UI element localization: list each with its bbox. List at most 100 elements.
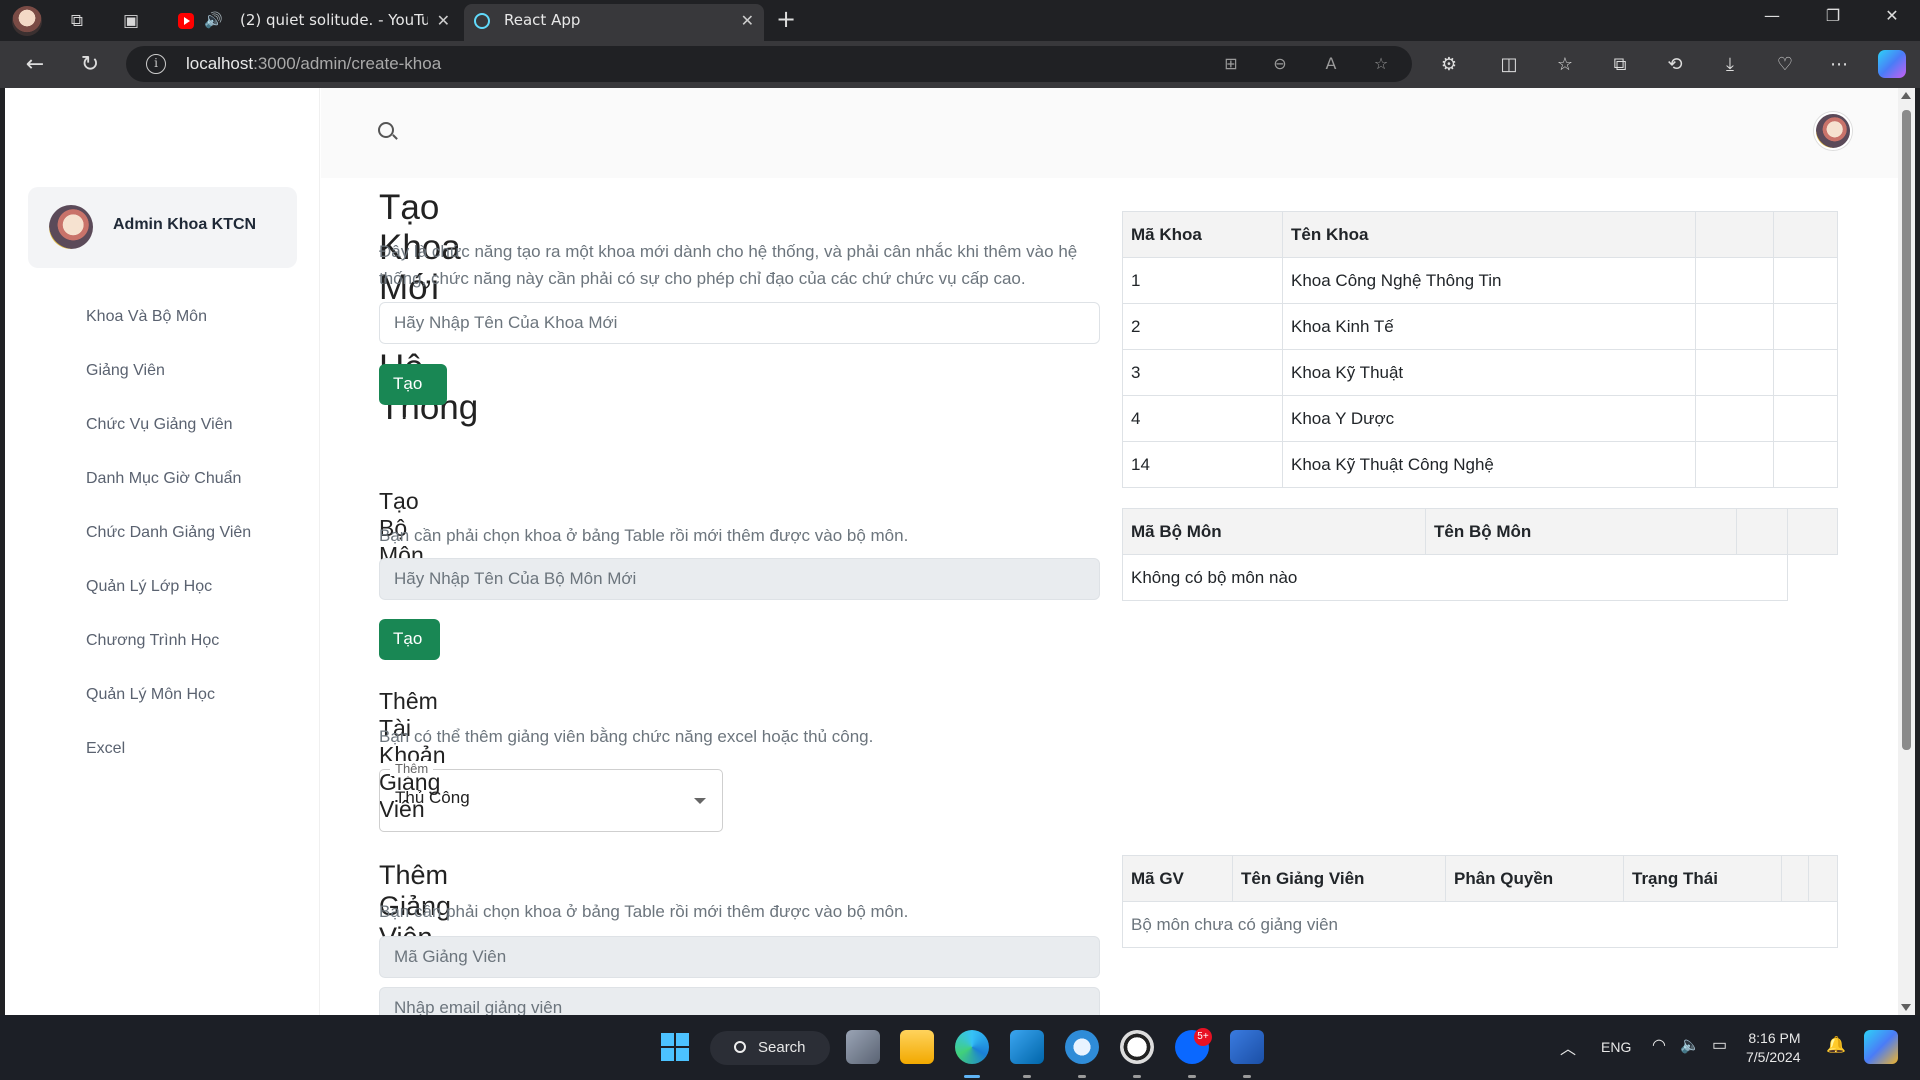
taskbar-search[interactable]: Search bbox=[710, 1031, 830, 1065]
volume-icon[interactable]: 🔈 bbox=[1680, 1035, 1700, 1055]
tab-youtube[interactable]: 🔊 (2) quiet solitude. - YouTube ✕ bbox=[168, 4, 460, 41]
table-row[interactable]: 14 Khoa Kỹ Thuật Công Nghệ bbox=[1122, 441, 1838, 488]
close-window-icon[interactable]: ✕ bbox=[1872, 6, 1912, 25]
avatar bbox=[49, 205, 93, 249]
new-tab-icon[interactable]: + bbox=[776, 5, 796, 33]
edge-browser-icon[interactable] bbox=[955, 1030, 989, 1064]
windows-start-icon[interactable] bbox=[658, 1030, 692, 1064]
ma-gv-input[interactable]: Mã Giảng Viên bbox=[379, 936, 1100, 978]
site-info-icon[interactable]: i bbox=[146, 54, 166, 74]
sidebar-item-excel[interactable]: Excel bbox=[86, 740, 125, 758]
tab-react-app[interactable]: React App ✕ bbox=[464, 4, 764, 41]
user-avatar[interactable] bbox=[1814, 112, 1852, 150]
extensions-icon[interactable]: ⚙ bbox=[1434, 50, 1464, 80]
sidebar-item-chuc-vu[interactable]: Chức Vụ Giảng Viên bbox=[86, 416, 233, 434]
cell-ma-khoa: 2 bbox=[1122, 303, 1283, 350]
running-indicator bbox=[1243, 1075, 1251, 1078]
more-menu-icon[interactable]: ⋯ bbox=[1824, 50, 1854, 80]
cell-ma-khoa: 1 bbox=[1122, 257, 1283, 304]
split-screen-icon[interactable]: ◫ bbox=[1494, 50, 1524, 80]
close-tab-icon[interactable]: ✕ bbox=[437, 4, 450, 37]
app-available-icon[interactable]: ⊞ bbox=[1219, 52, 1243, 76]
file-explorer-icon[interactable] bbox=[900, 1030, 934, 1064]
table-row[interactable]: 1 Khoa Công Nghệ Thông Tin bbox=[1122, 257, 1838, 304]
sidebar-item-gio-chuan[interactable]: Danh Mục Giờ Chuẩn bbox=[86, 470, 241, 488]
cell-empty bbox=[1773, 303, 1838, 350]
restore-icon[interactable]: ❐ bbox=[1813, 6, 1853, 25]
zoom-icon[interactable]: ⊖ bbox=[1268, 52, 1292, 76]
word-icon[interactable] bbox=[1230, 1030, 1264, 1064]
column-header: Phân Quyền bbox=[1445, 855, 1624, 902]
table-row[interactable]: 3 Khoa Kỹ Thuật bbox=[1122, 349, 1838, 396]
address-toolbar: ← ↻ i localhost:3000/admin/create-khoa ⊞… bbox=[0, 41, 1920, 88]
notification-badge: 5+ bbox=[1194, 1028, 1212, 1046]
sidebar-item-chuc-danh[interactable]: Chức Danh Giảng Viên bbox=[86, 524, 251, 542]
task-view-icon[interactable] bbox=[846, 1030, 880, 1064]
date: 7/5/2024 bbox=[1746, 1049, 1801, 1065]
create-khoa-button[interactable]: Tạo Khoa bbox=[379, 364, 447, 433]
vscode-icon[interactable] bbox=[1010, 1030, 1044, 1064]
favorites-icon[interactable]: ☆ bbox=[1550, 50, 1580, 80]
column-header: Tên Khoa bbox=[1282, 211, 1696, 258]
url-text[interactable]: localhost:3000/admin/create-khoa bbox=[186, 54, 441, 74]
favorite-star-icon[interactable]: ☆ bbox=[1369, 52, 1393, 76]
sidebar-item-giang-vien[interactable]: Giảng Viên bbox=[86, 362, 165, 380]
profile-name: Admin Khoa KTCN bbox=[113, 216, 257, 233]
khoa-name-input[interactable]: Hãy Nhập Tên Của Khoa Mới bbox=[379, 302, 1100, 344]
create-khoa-description: Đây là chức năng tạo ra một khoa mới dàn… bbox=[379, 242, 1078, 288]
page-scrollbar[interactable] bbox=[1898, 88, 1915, 1015]
address-bar[interactable]: i localhost:3000/admin/create-khoa ⊞ ⊖ A… bbox=[126, 46, 1412, 82]
copilot-taskbar-icon[interactable] bbox=[1864, 1030, 1898, 1064]
running-indicator bbox=[1188, 1075, 1196, 1078]
history-icon[interactable]: ⟲ bbox=[1660, 50, 1690, 80]
scrollbar-thumb[interactable] bbox=[1902, 110, 1911, 750]
email-gv-input[interactable]: Nhập email giảng viên bbox=[379, 987, 1100, 1015]
vertical-tabs-icon[interactable]: ▣ bbox=[118, 8, 144, 34]
cell-empty bbox=[1773, 349, 1838, 396]
app-icon[interactable] bbox=[1120, 1030, 1154, 1064]
table-row[interactable]: 2 Khoa Kinh Tế bbox=[1122, 303, 1838, 350]
tab-title: (2) quiet solitude. - YouTube bbox=[240, 11, 428, 29]
collections-icon[interactable]: ⧉ bbox=[1605, 50, 1635, 80]
notification-bell-icon[interactable]: 🔔 bbox=[1826, 1035, 1846, 1055]
column-header: Mã Khoa bbox=[1122, 211, 1283, 258]
sidebar-item-chuong-trinh[interactable]: Chương Trình Học bbox=[86, 632, 219, 650]
add-gv-description: Bạn cần phải chọn khoa ở bảng Table rồi … bbox=[379, 902, 909, 921]
table-row[interactable]: 4 Khoa Y Dược bbox=[1122, 395, 1838, 442]
minimize-icon[interactable]: — bbox=[1752, 6, 1792, 25]
scroll-up-icon[interactable] bbox=[1901, 92, 1911, 99]
speaker-icon[interactable]: 🔊 bbox=[204, 4, 223, 37]
cell-empty bbox=[1695, 349, 1774, 396]
profile-card[interactable]: Admin Khoa KTCN bbox=[28, 187, 297, 268]
performance-icon[interactable]: ♡ bbox=[1770, 50, 1800, 80]
battery-icon[interactable]: ▭ bbox=[1712, 1035, 1727, 1055]
sidebar-item-lop-hoc[interactable]: Quản Lý Lớp Học bbox=[86, 578, 212, 596]
sidebar-item-khoa-bo-mon[interactable]: Khoa Và Bộ Môn bbox=[86, 308, 207, 326]
sidebar-item-mon-hoc[interactable]: Quản Lý Môn Học bbox=[86, 686, 215, 704]
back-icon[interactable]: ← bbox=[20, 50, 50, 80]
column-header: Tên Bộ Môn bbox=[1425, 508, 1737, 555]
close-tab-icon[interactable]: ✕ bbox=[741, 4, 754, 37]
profile-avatar-icon[interactable] bbox=[12, 6, 42, 36]
cell-ten-khoa: Khoa Kinh Tế bbox=[1282, 303, 1696, 350]
cell-empty bbox=[1695, 395, 1774, 442]
bomon-name-input[interactable]: Hãy Nhập Tên Của Bộ Môn Mới bbox=[379, 558, 1100, 600]
column-header: Mã GV bbox=[1122, 855, 1233, 902]
create-bomon-button[interactable]: Tạo Bộ Môn bbox=[379, 619, 441, 728]
time: 8:16 PM bbox=[1748, 1030, 1801, 1046]
workspaces-icon[interactable]: ⧉ bbox=[64, 8, 90, 34]
refresh-icon[interactable]: ↻ bbox=[75, 50, 105, 80]
scroll-down-icon[interactable] bbox=[1901, 1004, 1911, 1011]
copilot-icon[interactable] bbox=[1878, 50, 1906, 78]
clock[interactable]: 8:16 PM 7/5/2024 bbox=[1746, 1029, 1801, 1067]
chevron-up-icon[interactable]: ︿ bbox=[1560, 1035, 1576, 1059]
search-icon[interactable] bbox=[378, 122, 394, 138]
add-method-select[interactable]: Thêm Thủ Công bbox=[379, 761, 723, 832]
language-indicator[interactable]: ENG bbox=[1601, 1039, 1631, 1055]
docker-icon[interactable] bbox=[1065, 1030, 1099, 1064]
downloads-icon[interactable]: ⤓ bbox=[1715, 50, 1745, 80]
table-row: Không có bộ môn nào bbox=[1122, 554, 1838, 601]
chevron-down-icon bbox=[694, 798, 706, 804]
read-aloud-icon[interactable]: A bbox=[1319, 52, 1343, 76]
wifi-icon[interactable]: ◠ bbox=[1652, 1035, 1666, 1055]
